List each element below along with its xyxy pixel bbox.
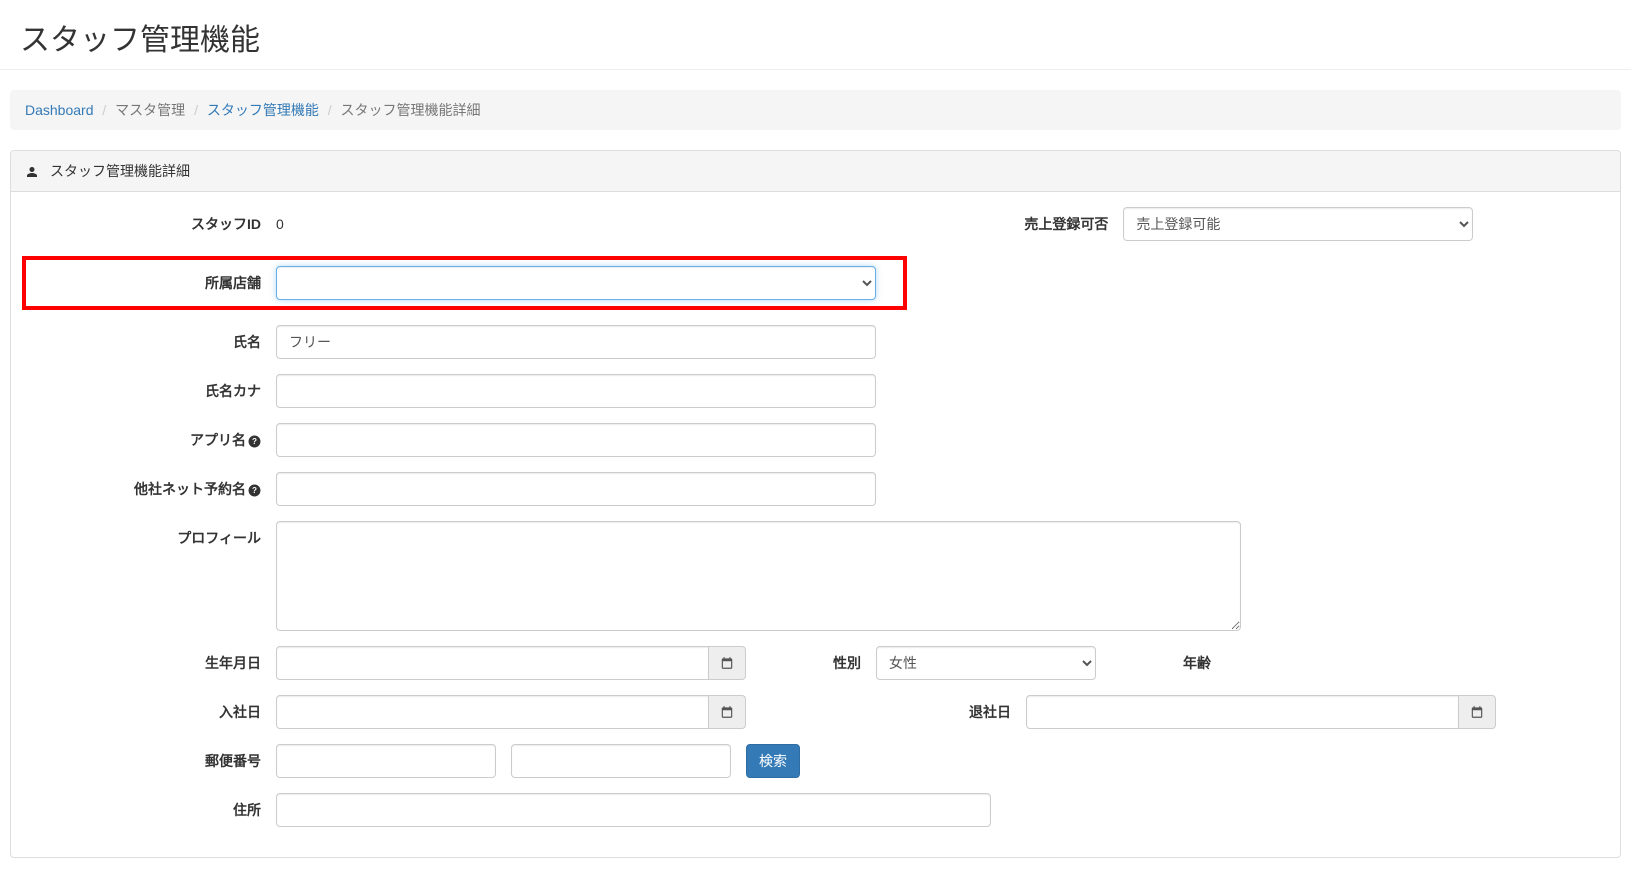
calendar-icon[interactable]	[709, 646, 746, 680]
page-title: スタッフ管理機能	[0, 0, 1631, 70]
join-date-input[interactable]	[276, 695, 709, 729]
question-circle-icon[interactable]: ?	[248, 481, 261, 497]
breadcrumb-detail: スタッフ管理機能詳細	[341, 102, 481, 118]
name-kana-input[interactable]	[276, 374, 876, 408]
other-net-input[interactable]	[276, 472, 876, 506]
gender-select[interactable]: 女性	[876, 646, 1096, 680]
label-app-name: アプリ名 ?	[26, 430, 276, 450]
label-age: 年齢	[1096, 653, 1226, 673]
label-store: 所属店舗	[30, 273, 276, 293]
label-birthday: 生年月日	[26, 653, 276, 673]
label-name: 氏名	[26, 332, 276, 352]
birthday-input[interactable]	[276, 646, 709, 680]
label-postal: 郵便番号	[26, 751, 276, 771]
label-leave-date: 退社日	[746, 702, 1026, 722]
user-icon	[26, 163, 44, 179]
label-join-date: 入社日	[26, 702, 276, 722]
label-sales-reg: 売上登録可否	[973, 214, 1123, 234]
question-circle-icon[interactable]: ?	[248, 432, 261, 448]
svg-text:?: ?	[252, 486, 257, 495]
calendar-icon[interactable]	[709, 695, 746, 729]
svg-text:?: ?	[252, 437, 257, 446]
detail-panel: スタッフ管理機能詳細 スタッフID 0 売上登録可否 売上登録可能 所属店舗	[10, 150, 1621, 858]
panel-heading: スタッフ管理機能詳細	[11, 151, 1620, 192]
breadcrumb-sep: /	[323, 102, 337, 118]
store-select[interactable]	[276, 266, 876, 300]
label-staff-id: スタッフID	[26, 214, 276, 234]
label-other-net: 他社ネット予約名 ?	[26, 479, 276, 499]
value-staff-id: 0	[276, 209, 284, 239]
leave-date-input[interactable]	[1026, 695, 1459, 729]
address-input[interactable]	[276, 793, 991, 827]
postal2-input[interactable]	[511, 744, 731, 778]
sales-reg-select[interactable]: 売上登録可能	[1123, 207, 1473, 241]
name-input[interactable]	[276, 325, 876, 359]
label-name-kana: 氏名カナ	[26, 381, 276, 401]
breadcrumb: Dashboard / マスタ管理 / スタッフ管理機能 / スタッフ管理機能詳…	[10, 90, 1621, 130]
breadcrumb-sep: /	[97, 102, 111, 118]
breadcrumb-staff-mgmt[interactable]: スタッフ管理機能	[207, 102, 319, 118]
label-address: 住所	[26, 800, 276, 820]
breadcrumb-sep: /	[189, 102, 203, 118]
label-profile: プロフィール	[26, 521, 276, 548]
search-button[interactable]: 検索	[746, 744, 800, 778]
calendar-icon[interactable]	[1459, 695, 1496, 729]
label-gender: 性別	[746, 653, 876, 673]
profile-textarea[interactable]	[276, 521, 1241, 631]
panel-heading-text: スタッフ管理機能詳細	[50, 161, 190, 181]
breadcrumb-dashboard[interactable]: Dashboard	[25, 102, 94, 118]
app-name-input[interactable]	[276, 423, 876, 457]
postal1-input[interactable]	[276, 744, 496, 778]
breadcrumb-master: マスタ管理	[115, 102, 185, 118]
